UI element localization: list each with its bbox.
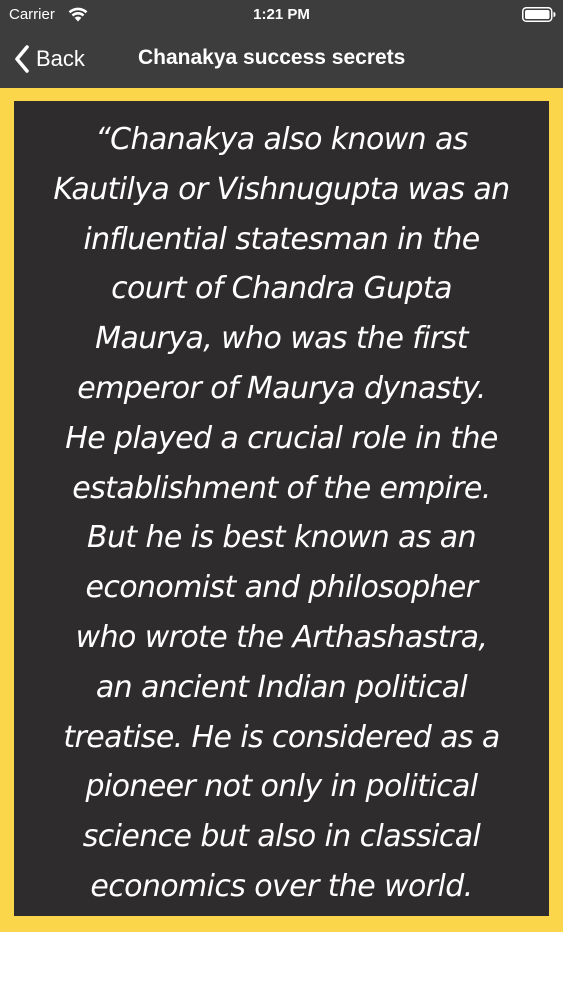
quote-line: Maurya, who was the first: [95, 321, 468, 357]
quote-line: establishment of the empire.: [72, 470, 491, 506]
page-title: Chanakya success secrets: [138, 46, 406, 69]
quote-line: court of Chandra Gupta: [111, 271, 452, 307]
quote-line: But he is best known as an: [86, 520, 477, 556]
chevron-left-icon: [15, 45, 29, 73]
back-label: Back: [36, 46, 85, 71]
content-frame: “Chanakya also known as Kautilya or Vish…: [0, 88, 563, 932]
quote-card: “Chanakya also known as Kautilya or Vish…: [14, 101, 549, 916]
quote-line: “Chanakya also known as: [95, 122, 468, 157]
battery-icon: [522, 7, 556, 22]
quote-line: He played a crucial role in the: [65, 420, 498, 456]
quote-line: pioneer not only in political: [85, 769, 478, 805]
quote-line: economist and philosopher: [85, 570, 478, 606]
quote-line: influential statesman in the: [83, 221, 480, 257]
quote-line: Kautilya or Vishnugupta was an: [53, 171, 510, 207]
back-button[interactable]: Back: [14, 42, 85, 76]
quote-line: science but also in classical: [82, 819, 481, 855]
quote-text: “Chanakya also known as Kautilya or Vish…: [20, 115, 543, 912]
status-time: 1:21 PM: [253, 6, 310, 23]
quote-line: an ancient Indian political: [95, 669, 468, 705]
quote-line: economics over the world.: [90, 868, 473, 904]
quote-line: treatise. He is considered as a: [63, 719, 500, 755]
quote-line: who wrote the Arthashastra,: [75, 619, 488, 655]
status-bar: Carrier 1:21 PM: [0, 0, 563, 30]
navigation-bar: Back Chanakya success secrets: [0, 30, 563, 88]
quote-line: emperor of Maurya dynasty.: [77, 370, 486, 406]
